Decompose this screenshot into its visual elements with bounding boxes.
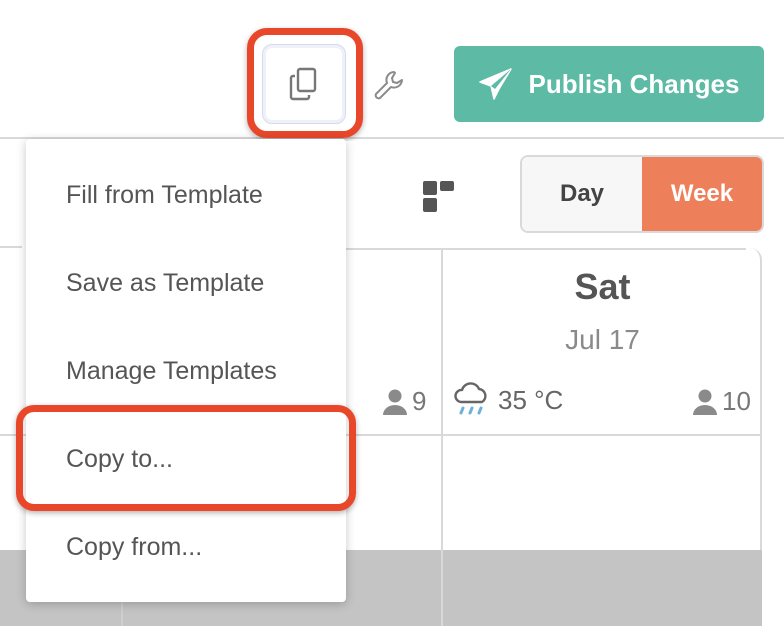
paper-plane-icon	[478, 68, 512, 100]
day-view-button[interactable]: Day	[522, 157, 642, 231]
weather-forecast: 35 °C	[452, 380, 563, 420]
person-icon	[693, 389, 717, 415]
publish-changes-label: Publish Changes	[528, 68, 740, 99]
template-menu: Fill from Template Save as Template Mana…	[26, 139, 346, 602]
menu-item-save-as-template[interactable]: Save as Template	[26, 239, 346, 327]
week-view-button[interactable]: Week	[642, 157, 762, 231]
temperature: 35 °C	[498, 384, 564, 415]
menu-item-copy-from[interactable]: Copy from...	[26, 503, 346, 591]
staff-count-value: 10	[722, 386, 751, 416]
staff-count-prev: 9	[382, 386, 426, 417]
menu-item-fill-from-template[interactable]: Fill from Template	[26, 151, 346, 239]
copy-icon	[289, 67, 317, 101]
grid-icon[interactable]	[422, 180, 456, 214]
publish-changes-button[interactable]: Publish Changes	[454, 46, 764, 122]
divider	[346, 248, 746, 250]
menu-item-manage-templates[interactable]: Manage Templates	[26, 327, 346, 415]
staff-count-sat: 10	[692, 386, 751, 417]
day-date: Jul 17	[565, 324, 640, 355]
tools-button[interactable]	[368, 64, 408, 108]
day-name: Sat	[574, 266, 631, 307]
person-icon	[383, 389, 407, 415]
copy-schedule-button[interactable]	[262, 44, 346, 124]
wrench-icon	[374, 71, 403, 100]
staff-count-value: 9	[412, 386, 427, 416]
menu-item-copy-to[interactable]: Copy to...	[26, 415, 346, 503]
view-toggle: Day Week	[520, 155, 764, 233]
rain-cloud-icon	[454, 382, 487, 415]
